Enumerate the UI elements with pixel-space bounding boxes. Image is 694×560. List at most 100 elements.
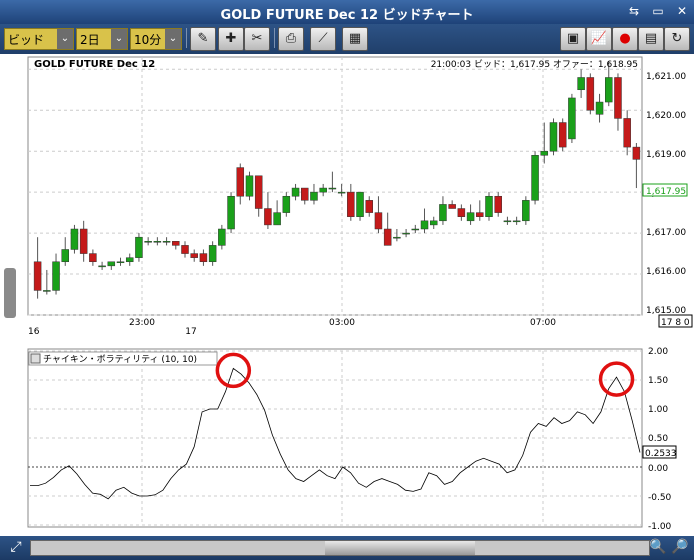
candle-body	[448, 204, 456, 209]
price-tick: 1,621.00	[646, 72, 686, 82]
candle-body	[107, 261, 116, 267]
candle-body	[52, 261, 60, 291]
close-indicator-icon[interactable]	[30, 353, 41, 364]
price-type-select[interactable]: ビッド ⌄	[4, 28, 74, 50]
indicator-button[interactable]: 📈	[586, 27, 612, 51]
toolbar: ビッド ⌄ 2日 ⌄ 10分 ⌄ ✎ ✚ ✂ ⎙ ⟋ ▦ ▣ 📈 ● ▤ ↻	[0, 24, 694, 54]
layout-button[interactable]: ▣	[560, 27, 586, 51]
candle-body	[43, 290, 51, 292]
candle-body	[328, 187, 337, 190]
candle-body	[98, 265, 106, 268]
candle-body	[153, 241, 162, 243]
candle-body	[301, 187, 309, 201]
candle-body	[540, 150, 549, 156]
eraser-icon: ✂	[251, 31, 263, 46]
candle-body	[144, 241, 152, 243]
candle-body	[199, 253, 208, 263]
trendline-tool-button[interactable]: ✎	[190, 27, 216, 51]
expand-icon[interactable]: ⤢	[6, 537, 26, 557]
time-label: 23:00	[129, 318, 155, 328]
side-panel-handle[interactable]	[4, 268, 16, 318]
candle-body	[227, 195, 235, 230]
candle-body	[614, 77, 622, 119]
candle-body	[356, 191, 364, 217]
time-axis: 16 23:00 17 03:00 07:00	[28, 318, 556, 337]
candle-body	[466, 212, 475, 222]
candle-body	[485, 195, 493, 217]
candle-body	[135, 236, 143, 258]
chart-svg: GOLD FUTURE Dec 12 21:00:03 ビッド：1,617.95…	[27, 56, 693, 532]
chart-type-button[interactable]: ⟋	[310, 27, 336, 51]
refresh-button[interactable]: ↻	[664, 27, 690, 51]
candle-body	[162, 241, 171, 243]
window-icon: ▣	[566, 31, 580, 46]
indicator-name: チャイキン・ボラティリティ (10, 10)	[43, 354, 197, 365]
candle-body	[429, 220, 438, 226]
price-tick: 1,616.00	[646, 267, 686, 277]
print-button[interactable]: ⎙	[278, 27, 304, 51]
restore-icon[interactable]: ⇆	[626, 3, 642, 19]
title-bar: GOLD FUTURE Dec 12 ビッドチャート ⇆ ▭ ✕	[0, 0, 694, 24]
time-label: 16	[28, 327, 40, 337]
indicator-tick: 1.00	[648, 405, 668, 415]
alert-button[interactable]: ●	[612, 27, 638, 51]
candle-body	[291, 187, 300, 197]
erase-tool-button[interactable]: ✂	[244, 27, 270, 51]
close-icon[interactable]: ✕	[674, 3, 690, 19]
window-title: GOLD FUTURE Dec 12 ビッドチャート	[220, 8, 474, 23]
indicator-axis: 2.00 1.50 1.00 0.50 0.00 -0.50 -1.00	[648, 347, 672, 532]
candle-body	[568, 97, 576, 140]
candle-body	[522, 200, 530, 222]
zoom-in-icon[interactable]: 🔎	[670, 537, 690, 557]
notes-button[interactable]: ▤	[638, 27, 664, 51]
document-icon: ▤	[644, 31, 658, 46]
price-tick: 1,617.00	[646, 228, 686, 238]
price-plot-frame	[27, 56, 643, 316]
price-tick: 1,620.00	[646, 111, 686, 121]
candle-body	[245, 175, 254, 197]
current-price-label: 1,617.95	[646, 187, 686, 197]
candle-body	[402, 232, 410, 235]
separator	[186, 28, 187, 48]
candle-body	[411, 228, 420, 231]
candle-body	[494, 195, 502, 213]
zoom-out-icon[interactable]: 🔍	[648, 537, 668, 557]
candle-body	[125, 257, 134, 263]
candle-body	[503, 220, 512, 223]
candle-body	[254, 175, 263, 209]
chart-area[interactable]: GOLD FUTURE Dec 12 21:00:03 ビッド：1,617.95…	[0, 54, 694, 536]
pin-icon: ✚	[225, 31, 237, 46]
interval-select[interactable]: 10分 ⌄	[130, 28, 182, 50]
candle-body	[374, 212, 383, 230]
candle-body	[347, 191, 355, 217]
candle-body	[632, 146, 641, 160]
candle-body	[70, 228, 79, 250]
indicator-tick: -0.50	[648, 493, 672, 503]
table-button[interactable]: ▦	[342, 27, 368, 51]
alert-icon: ●	[619, 31, 631, 46]
candle-body	[116, 261, 125, 264]
candle-body	[181, 245, 189, 254]
candle-body	[623, 118, 631, 148]
minimize-icon[interactable]: ▭	[650, 3, 666, 19]
candle-body	[365, 200, 373, 213]
candle-body	[383, 228, 392, 246]
candle-body	[512, 220, 521, 223]
pencil-icon: ✎	[197, 31, 209, 46]
candle-body	[605, 77, 613, 103]
candle-body	[282, 195, 291, 213]
candle-body	[439, 204, 447, 222]
candle-body	[190, 253, 198, 258]
candle-body	[420, 220, 429, 230]
period-select[interactable]: 2日 ⌄	[76, 28, 128, 50]
candle-body	[61, 249, 69, 263]
candle-body	[457, 208, 466, 217]
indicator-tick: -1.00	[648, 522, 672, 532]
candle-body	[595, 101, 604, 115]
candle-body	[79, 228, 88, 254]
horizontal-scrollbar[interactable]	[30, 540, 650, 556]
candle-body	[586, 77, 595, 111]
indicator-tick: 1.50	[648, 376, 668, 386]
pin-tool-button[interactable]: ✚	[218, 27, 244, 51]
scroll-thumb[interactable]	[325, 541, 475, 555]
